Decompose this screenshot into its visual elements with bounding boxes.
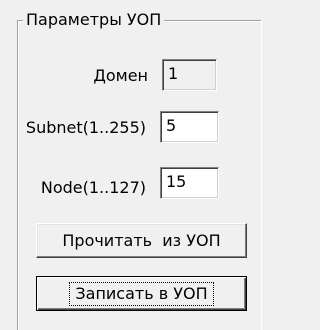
- subnet-input[interactable]: 5: [160, 111, 219, 143]
- group-title: Параметры УОП: [23, 9, 165, 31]
- domain-field: 1: [162, 59, 217, 91]
- subnet-label: Subnet(1..255): [25, 118, 146, 137]
- node-label: Node(1..127): [40, 178, 146, 197]
- node-input[interactable]: 15: [160, 167, 219, 199]
- write-to-uop-button[interactable]: Записать в УОП: [36, 276, 247, 311]
- domain-label: Домен: [93, 66, 148, 85]
- read-from-uop-button[interactable]: Прочитать из УОП: [36, 223, 247, 258]
- write-button-label: Записать в УОП: [69, 281, 214, 306]
- read-button-label: Прочитать из УОП: [62, 230, 221, 250]
